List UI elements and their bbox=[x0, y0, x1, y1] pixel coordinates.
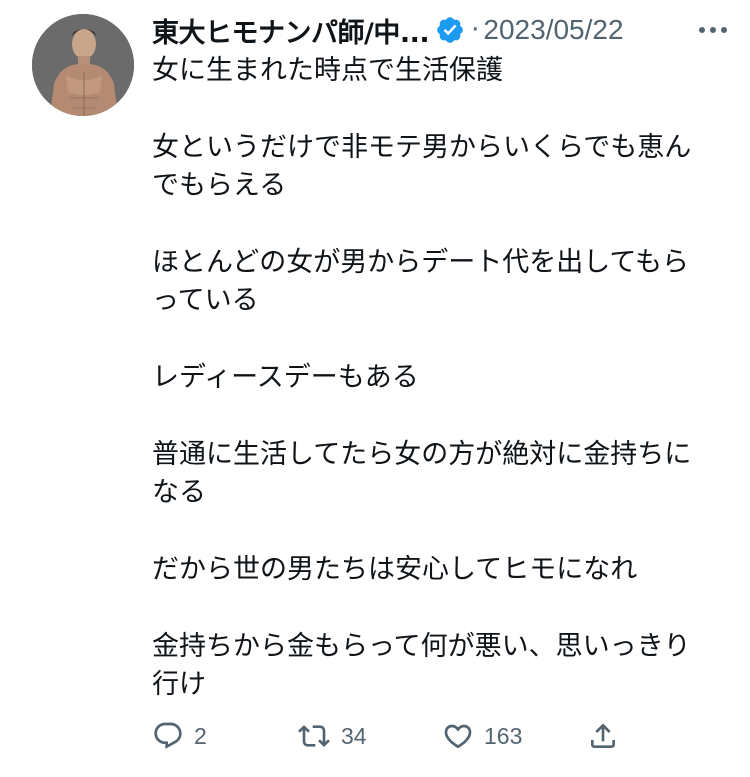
reply-count: 2 bbox=[194, 722, 207, 749]
tweet: 東大ヒモナンパ師/中... · 2023/05/22 女に生まれた時点で生活保護… bbox=[0, 0, 750, 777]
share-icon bbox=[587, 720, 619, 752]
tweet-paragraph: レディースデーもある bbox=[152, 359, 722, 397]
tweet-paragraph: ほとんどの女が男からデート代を出してもら っている bbox=[152, 244, 722, 320]
text-line: 金持ちから金もらって何が悪い、思いっきり bbox=[152, 631, 691, 662]
avatar[interactable] bbox=[32, 14, 134, 116]
tweet-paragraph: 女に生まれた時点で生活保護 bbox=[152, 52, 722, 90]
tweet-actions: 2 34 163 bbox=[152, 712, 632, 760]
tweet-paragraph: 普通に生活してたら女の方が絶対に金持ちに なる bbox=[152, 436, 722, 512]
text-line: 行け bbox=[152, 669, 206, 700]
text-line: なる bbox=[152, 477, 206, 508]
retweet-icon bbox=[297, 720, 331, 752]
heart-icon bbox=[442, 720, 474, 752]
more-options-icon[interactable] bbox=[693, 12, 733, 48]
retweet-count: 34 bbox=[341, 722, 367, 749]
text-line: レディースデーもある bbox=[152, 362, 419, 393]
tweet-header: 東大ヒモナンパ師/中... · 2023/05/22 bbox=[152, 10, 624, 50]
avatar-image bbox=[32, 14, 134, 116]
like-button[interactable]: 163 bbox=[442, 712, 522, 760]
text-line: ほとんどの女が男からデート代を出してもら bbox=[152, 247, 690, 278]
text-line: でもらえる bbox=[152, 170, 287, 201]
tweet-paragraph: 金持ちから金もらって何が悪い、思いっきり 行け bbox=[152, 628, 722, 704]
verified-badge-icon bbox=[435, 15, 465, 45]
header-separator: · bbox=[471, 15, 480, 45]
tweet-paragraph: 女というだけで非モテ男からいくらでも恵ん でもらえる bbox=[152, 129, 722, 205]
text-line: 女に生まれた時点で生活保護 bbox=[152, 55, 503, 86]
text-line: っている bbox=[152, 285, 259, 316]
tweet-text: 女に生まれた時点で生活保護 女というだけで非モテ男からいくらでも恵ん でもらえる… bbox=[152, 52, 722, 743]
author-name[interactable]: 東大ヒモナンパ師/中... bbox=[152, 11, 430, 50]
text-line: だから世の男たちは安心してヒモになれ bbox=[152, 554, 638, 585]
like-count: 163 bbox=[484, 722, 523, 749]
text-line: 普通に生活してたら女の方が絶対に金持ちに bbox=[152, 439, 692, 470]
share-button[interactable] bbox=[587, 712, 619, 760]
text-line: 女というだけで非モテ男からいくらでも恵ん bbox=[152, 132, 692, 163]
tweet-date[interactable]: 2023/05/22 bbox=[483, 14, 623, 46]
tweet-paragraph: だから世の男たちは安心してヒモになれ bbox=[152, 551, 722, 589]
reply-icon bbox=[152, 720, 184, 752]
retweet-button[interactable]: 34 bbox=[297, 712, 367, 760]
reply-button[interactable]: 2 bbox=[152, 712, 207, 760]
